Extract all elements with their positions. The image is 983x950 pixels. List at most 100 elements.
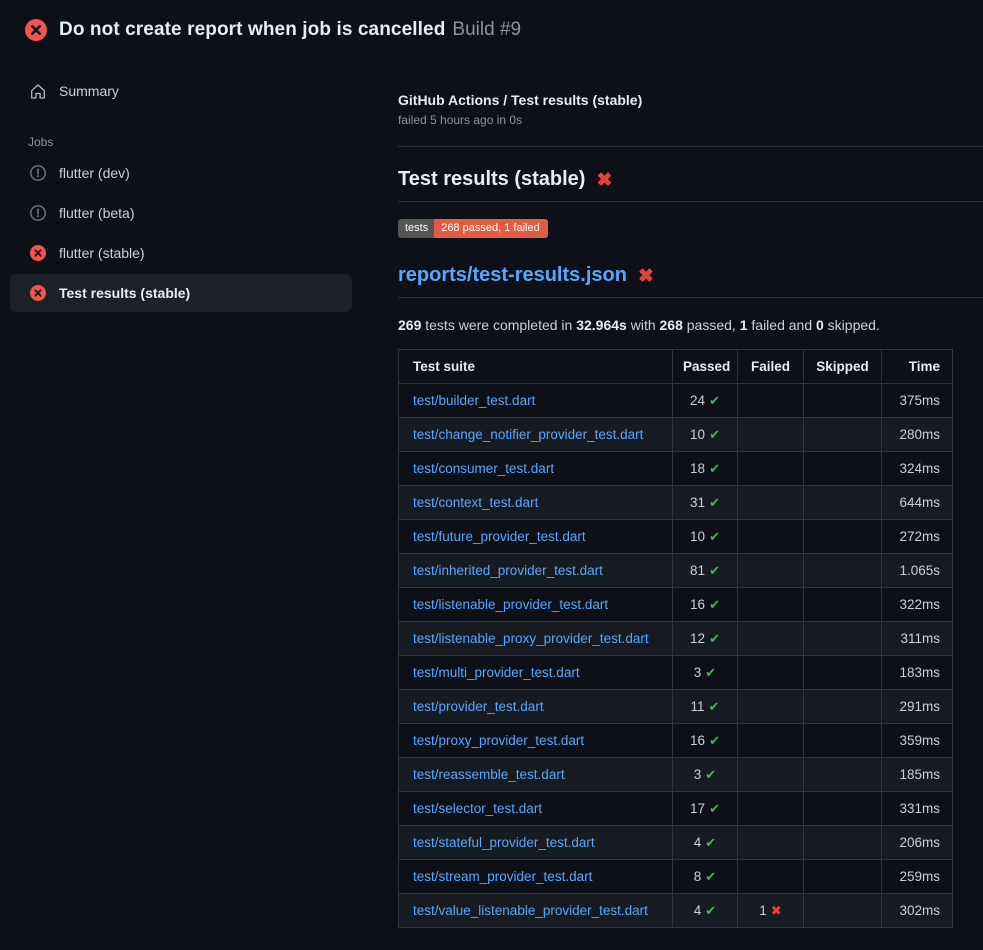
check-icon: ✔ — [709, 801, 720, 816]
table-row: test/provider_test.dart11✔291ms — [399, 690, 953, 724]
column-header-time: Time — [882, 350, 953, 384]
check-icon: ✔ — [709, 529, 720, 544]
time-cell: 359ms — [882, 724, 953, 758]
test-suite-link[interactable]: test/consumer_test.dart — [413, 461, 554, 476]
passed-cell: 16✔ — [673, 588, 738, 622]
check-icon: ✔ — [705, 665, 716, 680]
passed-cell-value: 16 — [690, 597, 705, 612]
failed-cell — [738, 588, 804, 622]
test-suite-link[interactable]: test/multi_provider_test.dart — [413, 665, 580, 680]
sidebar-item-label: flutter (beta) — [59, 205, 134, 221]
failed-cell — [738, 418, 804, 452]
summary-skipped: 0 — [816, 317, 824, 333]
failed-status-icon — [30, 245, 46, 261]
skipped-cell — [804, 384, 882, 418]
suite-cell: test/context_test.dart — [399, 486, 673, 520]
time-cell: 272ms — [882, 520, 953, 554]
suite-cell: test/stateful_provider_test.dart — [399, 826, 673, 860]
failed-cell — [738, 622, 804, 656]
table-row: test/stream_provider_test.dart 8✔ 259ms — [399, 860, 953, 894]
passed-cell: 10✔ — [673, 520, 738, 554]
summary-passed: 268 — [660, 317, 683, 333]
sidebar-item-test-results-stable[interactable]: Test results (stable) — [10, 274, 352, 312]
time-cell: 259ms — [882, 860, 953, 894]
suite-cell: test/value_listenable_provider_test.dart — [399, 894, 673, 928]
passed-cell: 18✔ — [673, 452, 738, 486]
suite-cell: test/listenable_proxy_provider_test.dart — [399, 622, 673, 656]
test-suite-link[interactable]: test/listenable_proxy_provider_test.dart — [413, 631, 649, 646]
table-row: test/consumer_test.dart 18✔ 324ms — [399, 452, 953, 486]
test-suite-link[interactable]: test/context_test.dart — [413, 495, 538, 510]
check-icon: ✔ — [709, 563, 720, 578]
passed-cell-value: 10 — [690, 427, 705, 442]
test-suite-link[interactable]: test/stateful_provider_test.dart — [413, 835, 595, 850]
failed-cell — [738, 520, 804, 554]
suite-cell: test/proxy_provider_test.dart — [399, 724, 673, 758]
sidebar-item-flutter-dev[interactable]: flutter (dev) — [0, 153, 398, 193]
table-row: test/future_provider_test.dart 10✔ 272ms — [399, 520, 953, 554]
build-number: Build #9 — [452, 19, 521, 41]
test-suite-link[interactable]: test/listenable_provider_test.dart — [413, 597, 608, 612]
table-row: test/multi_provider_test.dart3✔183ms — [399, 656, 953, 690]
passed-cell-value: 12 — [690, 631, 705, 646]
sidebar-item-label: flutter (dev) — [59, 165, 130, 181]
passed-cell: 10 ✔ — [673, 418, 738, 452]
cross-mark-icon: ✖ — [596, 171, 612, 190]
time-cell: 644ms — [882, 486, 953, 520]
check-icon: ✔ — [709, 495, 720, 510]
test-suite-link[interactable]: test/inherited_provider_test.dart — [413, 563, 603, 578]
check-icon: ✔ — [709, 461, 720, 476]
check-icon: ✔ — [709, 733, 720, 748]
suite-cell: test/multi_provider_test.dart — [399, 656, 673, 690]
time-cell: 185ms — [882, 758, 953, 792]
test-suite-link[interactable]: test/value_listenable_provider_test.dart — [413, 903, 648, 918]
run-meta: failed 5 hours ago in 0s — [398, 113, 983, 127]
test-suite-link[interactable]: test/reassemble_test.dart — [413, 767, 565, 782]
sidebar-item-flutter-beta[interactable]: flutter (beta) — [0, 193, 398, 233]
test-suite-link[interactable]: test/change_notifier_provider_test.dart — [413, 427, 643, 442]
test-suite-link[interactable]: test/builder_test.dart — [413, 393, 535, 408]
column-header-passed: Passed — [673, 350, 738, 384]
failed-cell — [738, 826, 804, 860]
time-cell: 331ms — [882, 792, 953, 826]
table-row: test/builder_test.dart24✔375ms — [399, 384, 953, 418]
check-icon: ✔ — [705, 903, 716, 918]
skipped-cell — [804, 520, 882, 554]
suite-cell: test/change_notifier_provider_test.dart — [399, 418, 673, 452]
home-icon — [30, 83, 46, 99]
section-heading-text: Test results (stable) — [398, 168, 585, 191]
summary-failed: 1 — [740, 317, 748, 333]
suite-cell: test/provider_test.dart — [399, 690, 673, 724]
table-row: test/context_test.dart 31✔ 644ms — [399, 486, 953, 520]
sidebar-item-flutter-stable[interactable]: flutter (stable) — [0, 233, 398, 273]
failed-cell — [738, 384, 804, 418]
sidebar-item-summary[interactable]: Summary — [0, 74, 398, 108]
badge-value: 268 passed, 1 failed — [434, 219, 547, 238]
test-suite-link[interactable]: test/proxy_provider_test.dart — [413, 733, 584, 748]
table-row: test/value_listenable_provider_test.dart… — [399, 894, 953, 928]
table-row: test/stateful_provider_test.dart4✔206ms — [399, 826, 953, 860]
passed-cell: 31✔ — [673, 486, 738, 520]
check-icon: ✔ — [709, 393, 720, 408]
time-cell: 324ms — [882, 452, 953, 486]
test-suite-link[interactable]: test/provider_test.dart — [413, 699, 544, 714]
table-row: test/reassemble_test.dart3✔185ms — [399, 758, 953, 792]
skipped-cell — [804, 486, 882, 520]
passed-cell-value: 16 — [690, 733, 705, 748]
passed-cell-value: 4 — [694, 903, 702, 918]
passed-cell-value: 3 — [694, 665, 702, 680]
time-cell: 1.065s — [882, 554, 953, 588]
suite-cell: test/inherited_provider_test.dart — [399, 554, 673, 588]
cross-mark-icon: ✖ — [638, 267, 654, 286]
time-cell: 302ms — [882, 894, 953, 928]
skipped-cell — [804, 656, 882, 690]
report-file-link[interactable]: reports/test-results.json — [398, 264, 627, 287]
time-cell: 291ms — [882, 690, 953, 724]
passed-cell: 8✔ — [673, 860, 738, 894]
test-suite-link[interactable]: test/future_provider_test.dart — [413, 529, 586, 544]
check-icon: ✔ — [709, 427, 720, 442]
test-suite-link[interactable]: test/stream_provider_test.dart — [413, 869, 592, 884]
passed-cell-value: 11 — [691, 699, 705, 714]
test-suite-link[interactable]: test/selector_test.dart — [413, 801, 542, 816]
summary-duration: 32.964s — [576, 317, 627, 333]
